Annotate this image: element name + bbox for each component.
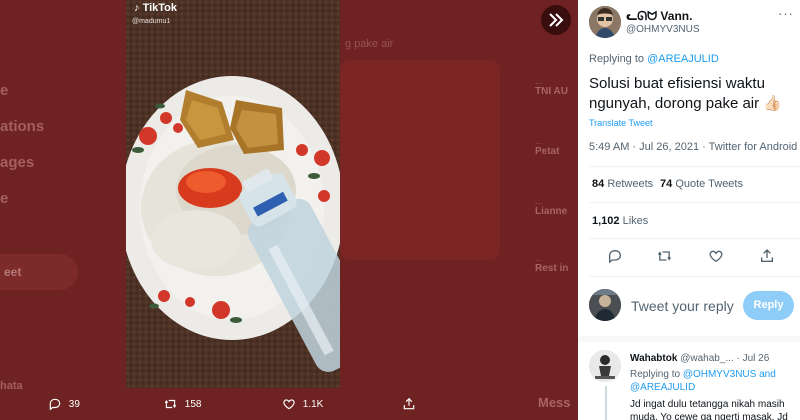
divider [589,238,800,239]
tiktok-logo: ♪ TikTok [134,2,177,14]
bg-nav-item: e [0,190,9,207]
media-retweet-action[interactable]: 158 [163,397,201,411]
bg-user-name: hata [0,380,23,392]
replying-to-link[interactable]: @AREAJULID [647,53,719,65]
media-retweet-count: 158 [184,398,202,410]
retweets-stat[interactable]: 84 Retweets [592,178,653,190]
bg-tweet-text: g pake air [345,38,394,50]
reply-replying-to: Replying to @OHMYV3NUS and @AREAJULID [630,368,796,394]
media-like-count: 1.1K [302,398,324,410]
share-icon[interactable] [759,248,775,264]
reply-header: Wahabtok @wahab_... · Jul 26 [630,353,769,364]
heart-icon[interactable] [708,248,724,264]
reply-text: Jd ingat dulu tetangga nikah masih muda.… [630,399,788,420]
reply-replying-label: Replying to [630,369,681,380]
divider [589,276,800,277]
current-user-avatar[interactable] [589,289,621,321]
tiktok-username: @madumu1 [132,18,171,25]
bg-nav-item: ations [0,118,45,135]
reply-mention-link[interactable]: @AREAJULID [630,382,695,393]
tiktok-logo-text: TikTok [142,2,177,14]
replying-label: Replying to [589,53,645,65]
media-like-action[interactable]: 1.1K [282,397,323,411]
reply-icon[interactable] [607,248,623,264]
likes-label: Likes [622,215,649,227]
retweets-count: 84 [592,178,605,190]
translate-tweet-link[interactable]: Translate Tweet [589,118,653,128]
author-avatar[interactable] [589,6,621,38]
author-name[interactable]: ᓚᘏᗢ Vann. [626,9,692,24]
bg-nav-item: ages [0,154,35,171]
reply-input[interactable]: Tweet your reply [631,298,734,314]
tweet-timestamp[interactable]: 5:49 AM · Jul 26, 2021 · Twitter for And… [589,141,797,153]
media-image[interactable] [126,0,340,388]
reply-icon [49,398,61,411]
bg-trend: ... TNI AU [535,76,568,97]
quotes-stat[interactable]: 74 Quote Tweets [660,178,743,190]
section-divider [578,336,800,342]
bg-messages-label: Mess [538,395,571,410]
collapse-panel-button[interactable] [541,5,571,35]
bg-tweet-image [340,60,500,260]
reply-mention-link[interactable]: @OHMYV3NUS [683,369,757,380]
quotes-label: Quote Tweets [675,178,743,190]
quotes-count: 74 [660,178,673,190]
bg-nav-item: e [0,82,9,99]
reply-author-name[interactable]: Wahabtok [630,353,677,364]
retweet-icon [164,399,177,409]
reply-and-label: and [759,369,776,380]
music-note-icon: ♪ [134,2,140,14]
bg-trend: ... Petat [535,136,560,157]
bg-tweet-button: eet [0,254,78,290]
reply-button[interactable]: Reply [743,291,794,320]
likes-count: 1,102 [592,215,620,227]
reply-author-handle[interactable]: @wahab_... [680,353,734,364]
heart-icon [283,399,295,410]
retweets-label: Retweets [607,178,654,190]
author-handle[interactable]: @OHMYV3NUS [626,24,700,35]
media-reply-count: 39 [68,398,80,410]
share-icon [403,397,415,410]
tweet-panel: ᓚᘏᗢ Vann. @OHMYV3NUS ··· Replying to @AR… [578,0,800,420]
thread-line [605,386,607,420]
reply-author-avatar-image [589,350,621,382]
reply-date[interactable]: · Jul 26 [737,353,770,364]
divider [589,202,800,203]
media-reply-action[interactable]: 39 [48,397,80,411]
tweet-text: Solusi buat efisiensi waktu ngunyah, dor… [589,75,782,112]
likes-stat[interactable]: 1,102 Likes [592,215,648,227]
bg-trend: ... Lianne [535,196,568,217]
bg-trend: ... Rest in [535,253,569,274]
media-share-action[interactable] [402,397,416,411]
divider [589,166,800,167]
current-user-avatar-image [589,289,621,321]
background-nav: e ations ages e [0,0,120,420]
reply-author-avatar[interactable] [589,350,621,382]
replying-to: Replying to @AREAJULID [589,53,719,65]
food-photo [126,0,340,388]
author-avatar-image [589,6,621,38]
retweet-icon[interactable] [656,248,673,264]
more-options-icon[interactable]: ··· [778,6,794,21]
double-chevron-right-icon [549,13,564,27]
